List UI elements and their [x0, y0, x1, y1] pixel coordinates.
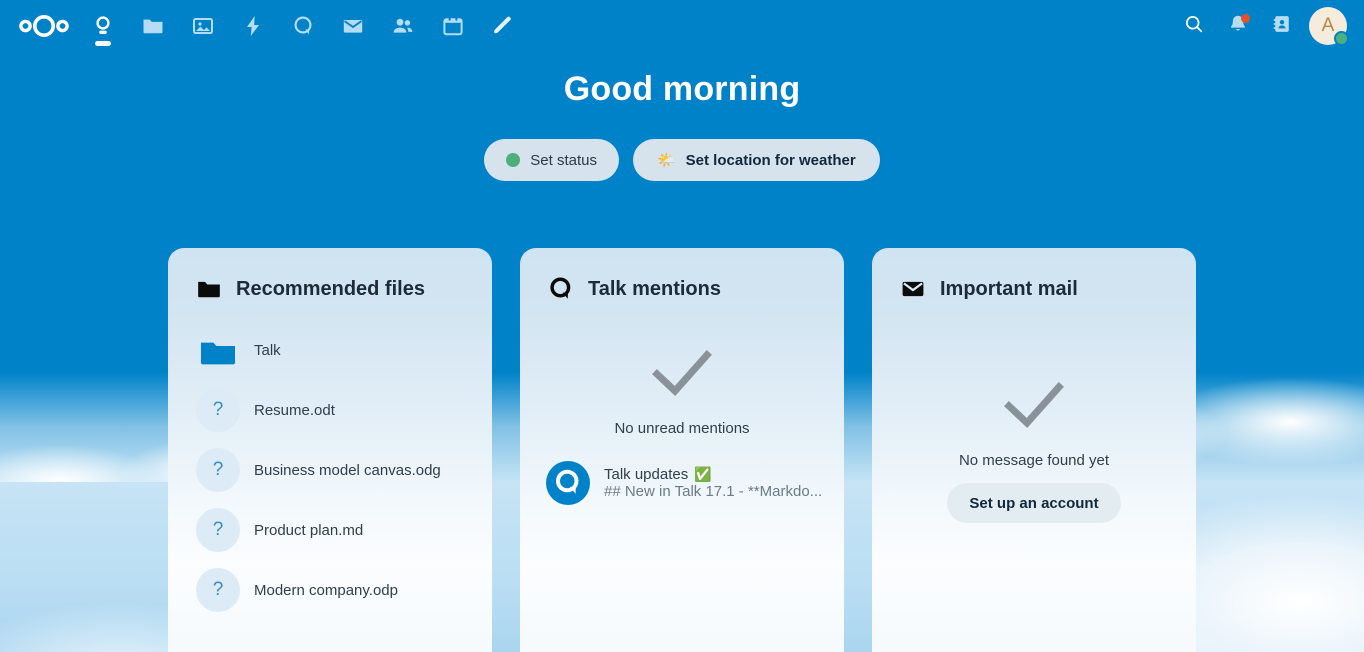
notification-badge — [1241, 14, 1250, 23]
search-button[interactable] — [1172, 4, 1216, 48]
page-title: Good morning — [0, 70, 1364, 109]
nav-item-notes[interactable] — [478, 1, 528, 51]
unknown-file-icon: ? — [196, 508, 240, 552]
photos-icon — [191, 14, 215, 38]
search-icon — [1183, 13, 1205, 40]
talk-icon — [291, 14, 315, 38]
nav-left-group — [16, 1, 528, 51]
widget-title: Important mail — [940, 278, 1078, 301]
contacts-group-icon — [391, 14, 415, 38]
talk-item-title-row: Talk updates ✅ — [604, 466, 822, 483]
calendar-icon — [441, 14, 465, 38]
file-row[interactable]: ? Product plan.md — [184, 500, 482, 560]
talk-item-subtitle: ## New in Talk 17.1 - **Markdo... — [604, 483, 822, 500]
contacts-menu-button[interactable] — [1260, 4, 1304, 48]
notifications-button[interactable] — [1216, 4, 1260, 48]
pencil-icon — [491, 14, 515, 38]
widget-header: Recommended files — [168, 248, 492, 302]
widget-recommended-files: Recommended files Talk ? Resume.odt ? Bu… — [168, 248, 492, 652]
file-name: Modern company.odp — [254, 582, 398, 599]
file-row[interactable]: ? Business model canvas.odg — [184, 440, 482, 500]
talk-item-text: Talk updates ✅ ## New in Talk 17.1 - **M… — [604, 466, 822, 501]
mail-empty-text: No message found yet — [959, 452, 1109, 469]
folder-icon — [196, 276, 222, 302]
avatar-button[interactable]: A — [1306, 4, 1350, 48]
nav-item-photos[interactable] — [178, 1, 228, 51]
file-name: Resume.odt — [254, 402, 335, 419]
widget-header: Talk mentions — [520, 248, 844, 302]
sun-behind-cloud-icon: 🌤️ — [657, 153, 676, 168]
nextcloud-logo[interactable] — [16, 1, 72, 51]
file-name: Business model canvas.odg — [254, 462, 441, 479]
mail-icon — [900, 276, 926, 302]
talk-update-item[interactable]: Talk updates ✅ ## New in Talk 17.1 - **M… — [520, 455, 844, 511]
set-status-button[interactable]: Set status — [484, 139, 619, 181]
talk-avatar-icon — [546, 461, 590, 505]
talk-empty-text: No unread mentions — [614, 420, 749, 437]
file-name: Product plan.md — [254, 522, 363, 539]
status-online-dot — [506, 153, 520, 167]
nav-item-calendar[interactable] — [428, 1, 478, 51]
mail-empty-state: No message found yet Set up an account — [872, 378, 1196, 523]
file-row[interactable]: Talk — [184, 320, 482, 380]
greeting-area: Good morning Set status 🌤️ Set location … — [0, 52, 1364, 181]
nav-item-contacts[interactable] — [378, 1, 428, 51]
widget-title: Recommended files — [236, 278, 425, 301]
nav-right-group: A — [1172, 4, 1350, 48]
unknown-file-icon: ? — [196, 448, 240, 492]
widget-header: Important mail — [872, 248, 1196, 302]
dashboard-widgets: Recommended files Talk ? Resume.odt ? Bu… — [0, 248, 1364, 652]
set-up-account-button[interactable]: Set up an account — [947, 483, 1120, 523]
unknown-file-icon: ? — [196, 388, 240, 432]
nav-item-files[interactable] — [128, 1, 178, 51]
check-mark-emoji: ✅ — [694, 467, 711, 481]
talk-icon — [548, 276, 574, 302]
file-row[interactable]: ? Modern company.odp — [184, 560, 482, 620]
activity-bolt-icon — [241, 14, 265, 38]
recommended-files-list: Talk ? Resume.odt ? Business model canva… — [168, 320, 492, 620]
unknown-file-icon: ? — [196, 568, 240, 612]
avatar-status-dot — [1334, 31, 1349, 46]
status-row: Set status 🌤️ Set location for weather — [0, 139, 1364, 181]
widget-important-mail: Important mail No message found yet Set … — [872, 248, 1196, 652]
talk-item-title: Talk updates — [604, 466, 688, 483]
check-icon — [1001, 378, 1067, 432]
nav-item-dashboard[interactable] — [78, 1, 128, 51]
file-row[interactable]: ? Resume.odt — [184, 380, 482, 440]
set-weather-label: Set location for weather — [686, 152, 856, 169]
folder-icon — [141, 14, 165, 38]
set-weather-location-button[interactable]: 🌤️ Set location for weather — [633, 139, 880, 181]
widget-title: Talk mentions — [588, 278, 721, 301]
mail-icon — [341, 14, 365, 38]
nav-item-talk[interactable] — [278, 1, 328, 51]
widget-talk-mentions: Talk mentions No unread mentions Talk up… — [520, 248, 844, 652]
dashboard-icon — [91, 14, 115, 38]
talk-empty-state: No unread mentions — [520, 346, 844, 437]
contacts-card-icon — [1271, 13, 1293, 40]
set-status-label: Set status — [530, 152, 597, 169]
nav-item-activity[interactable] — [228, 1, 278, 51]
top-navigation-bar: A — [0, 0, 1364, 52]
nav-item-mail[interactable] — [328, 1, 378, 51]
check-icon — [649, 346, 715, 400]
folder-blue-icon — [196, 328, 240, 372]
file-name: Talk — [254, 342, 281, 359]
